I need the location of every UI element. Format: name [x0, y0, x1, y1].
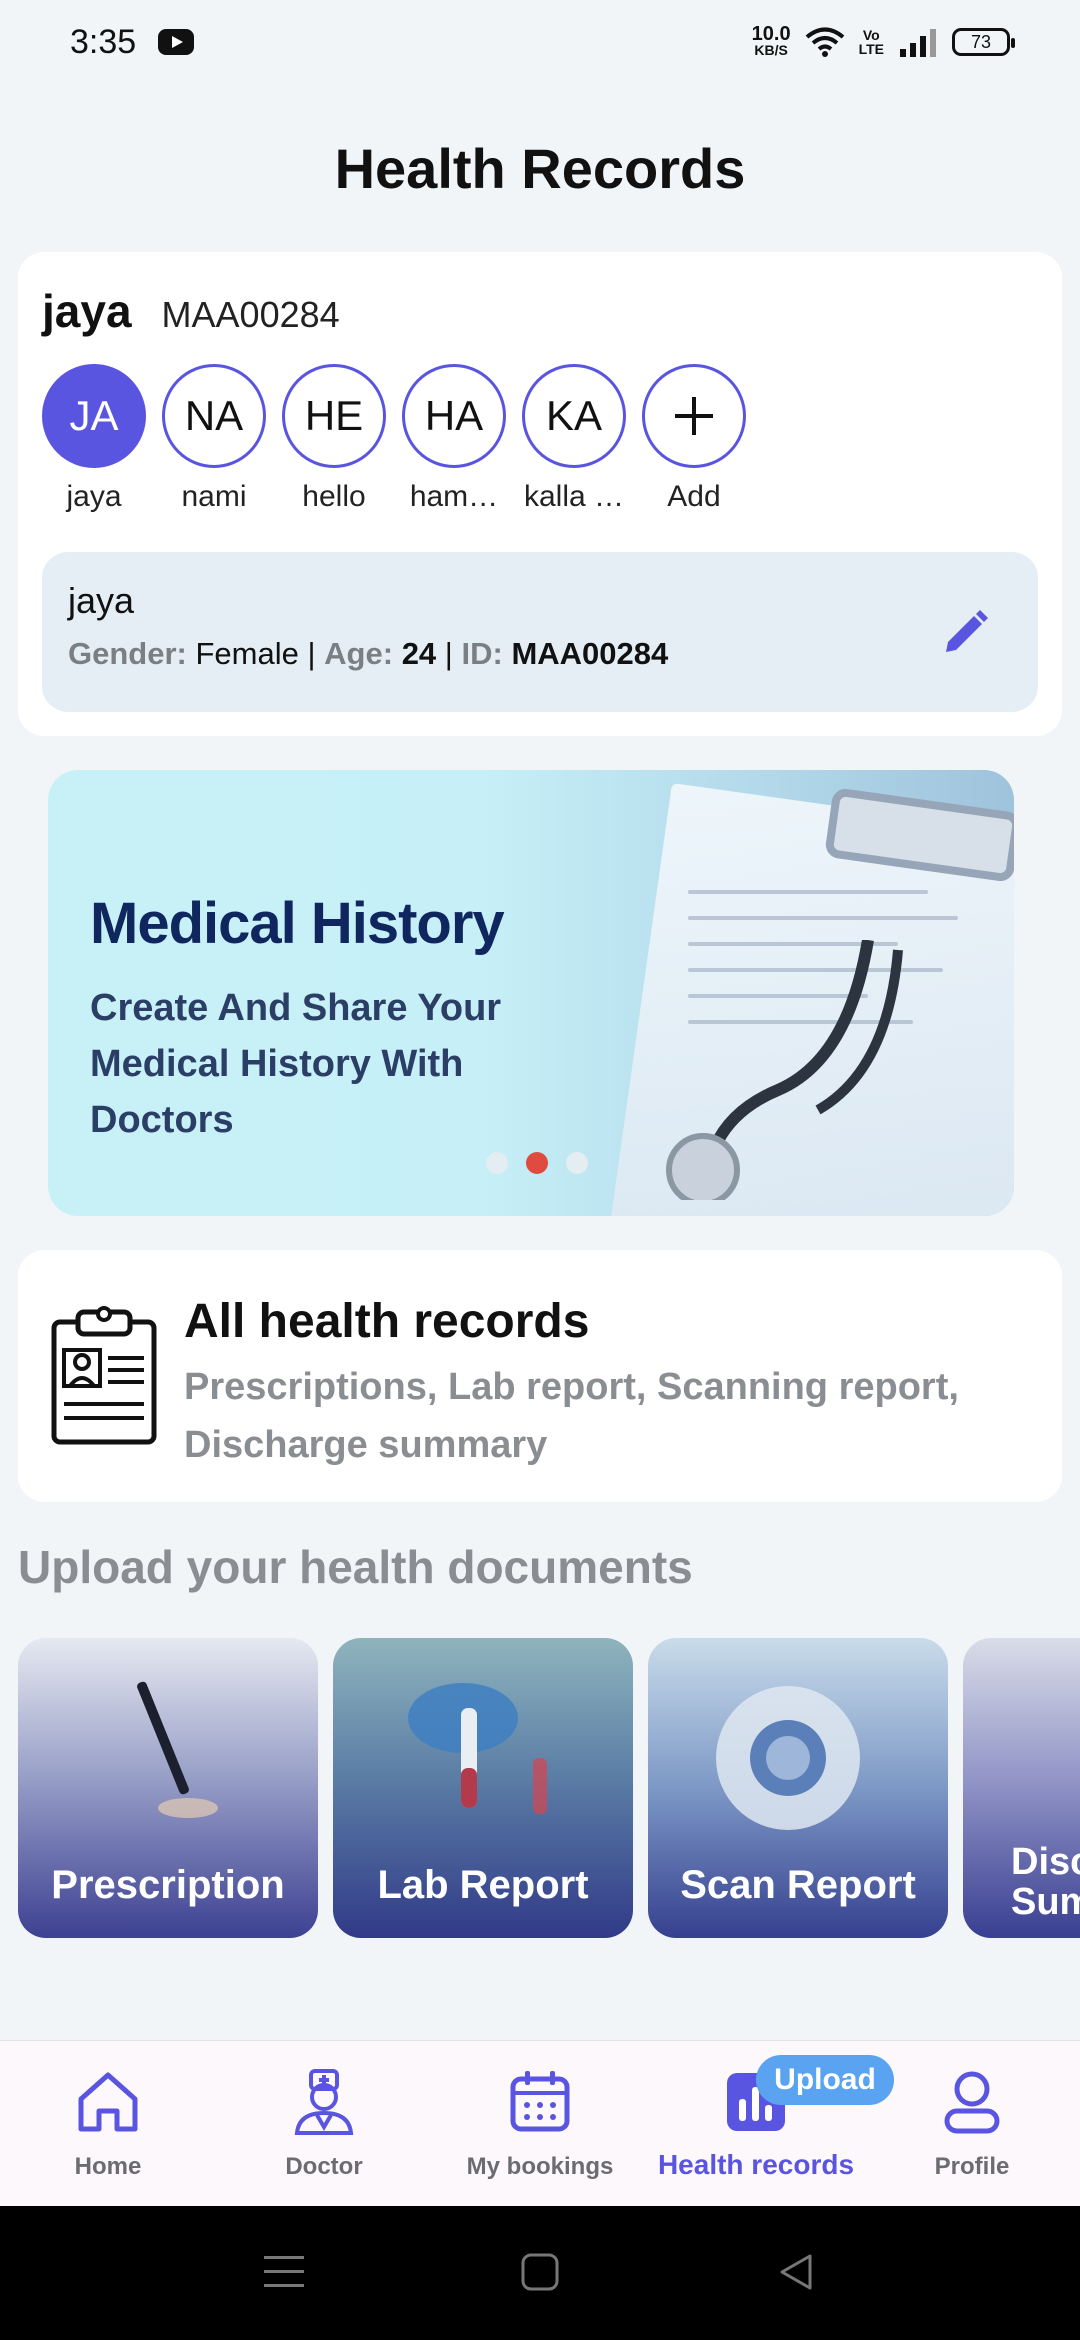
tile-label: Scan Report [680, 1863, 916, 1907]
profile-header: jaya MAA00284 [42, 284, 340, 338]
avatar: JA [42, 364, 146, 468]
records-subtitle: Prescriptions, Lab report, Scanning repo… [184, 1366, 959, 1466]
status-indicators: 10.0 KB/S Vo LTE 73 [751, 23, 1015, 58]
avatar: NA [162, 364, 266, 468]
nav-label: Home [74, 2153, 142, 2180]
profile-name: jaya [42, 285, 132, 337]
member-label: ham… [409, 480, 499, 513]
youtube-icon [158, 29, 195, 55]
nav-profile[interactable]: Profile [864, 2067, 1080, 2181]
member-ham[interactable]: HA ham… [402, 364, 506, 514]
wifi-icon [805, 27, 844, 57]
clipboard-icon [51, 1306, 157, 1445]
system-navigation-bar [0, 2206, 1080, 2340]
age-label: Age: [324, 636, 394, 671]
member-hello[interactable]: HE hello [282, 364, 386, 514]
nav-my-bookings[interactable]: My bookings [432, 2067, 648, 2181]
upload-prescription-tile[interactable]: Prescription [18, 1638, 318, 1938]
id-label: ID: [461, 636, 503, 671]
volte-bottom: LTE [858, 41, 884, 57]
nav-label: Health records [657, 2149, 855, 2180]
page-title: Health Records [334, 137, 746, 200]
doctor-icon [294, 2069, 354, 2135]
network-speed: 10.0 KB/S [751, 23, 791, 58]
member-details: jaya Gender: Female | Age: 24 | ID: MAA0… [42, 552, 1038, 712]
member-label: kalla … [523, 480, 625, 513]
calendar-icon [510, 2071, 570, 2132]
network-speed-unit: KB/S [754, 42, 788, 58]
add-member-label: Add [667, 480, 721, 513]
volte-indicator: Vo LTE [859, 28, 884, 56]
back-icon[interactable] [776, 2252, 816, 2292]
edit-icon[interactable] [938, 606, 992, 660]
nav-label: Doctor [285, 2153, 363, 2180]
profile-id: MAA00284 [161, 294, 340, 335]
status-time: 3:35 [70, 22, 137, 61]
id-value: MAA00284 [511, 636, 669, 671]
member-jaya[interactable]: JA jaya [42, 364, 146, 514]
gender-value: Female [195, 636, 299, 671]
upload-tiles: Prescription Lab Report Scan Report Disc… [18, 1638, 1080, 1938]
carousel-dot[interactable] [566, 1152, 588, 1174]
tile-label: Prescription [51, 1863, 285, 1907]
avatar: HE [282, 364, 386, 468]
separator: | [444, 636, 453, 671]
carousel-dot[interactable] [486, 1152, 508, 1174]
age-value: 24 [401, 636, 437, 671]
all-health-records-card[interactable]: All health records Prescriptions, Lab re… [18, 1250, 1062, 1502]
member-label: jaya [66, 480, 122, 513]
avatar: HA [402, 364, 506, 468]
upload-discharge-summary-tile[interactable]: Discharge Summary [963, 1638, 1080, 1938]
status-bar: 3:35 10.0 KB/S Vo LTE 73 [0, 0, 1080, 84]
tile-label: Discharge Summary [1011, 1841, 1080, 1923]
banner-subtitle: Create And Share Your Medical History Wi… [90, 987, 502, 1141]
upload-heading: Upload your health documents [18, 1541, 693, 1593]
carousel-dots [486, 1152, 588, 1174]
upload-scan-report-tile[interactable]: Scan Report [648, 1638, 948, 1938]
add-member-button[interactable]: Add [642, 364, 746, 514]
nav-doctor[interactable]: Doctor [216, 2067, 432, 2181]
banner-title: Medical History [90, 891, 505, 956]
member-label: nami [181, 480, 247, 513]
scanner-illustration-icon [716, 1686, 860, 1830]
nav-label: Profile [934, 2153, 1010, 2180]
battery-icon: 73 [952, 28, 1015, 56]
bottom-navigation: Home Doctor My bookings Health records U… [0, 2040, 1080, 2206]
home-square-icon[interactable] [520, 2252, 560, 2292]
member-nami[interactable]: NA nami [162, 364, 266, 514]
gender-label: Gender: [68, 636, 187, 671]
family-members: JA jaya NA nami HE hello HA ham… KA kall… [42, 364, 746, 514]
test-tube-illustration-icon [408, 1683, 547, 1814]
medical-history-banner[interactable]: Medical History Create And Share Your Me… [48, 770, 1014, 1216]
stethoscope-icon [666, 940, 903, 1200]
network-speed-value: 10.0 [751, 23, 791, 45]
signal-icon [900, 29, 936, 57]
tile-label: Lab Report [377, 1863, 589, 1907]
person-icon [944, 2071, 1000, 2134]
member-label: hello [302, 480, 366, 513]
pen-illustration-icon [137, 1681, 218, 1818]
home-icon [78, 2072, 138, 2132]
details-line: Gender: Female | Age: 24 | ID: MAA00284 [68, 636, 1012, 672]
upload-lab-report-tile[interactable]: Lab Report [333, 1638, 633, 1938]
member-kalla[interactable]: KA kalla … [522, 364, 626, 514]
records-title: All health records [184, 1295, 590, 1348]
details-name: jaya [68, 580, 135, 621]
carousel-dot-active[interactable] [526, 1152, 548, 1174]
add-avatar [642, 364, 746, 468]
profile-card: jaya MAA00284 JA jaya NA nami HE hello H… [18, 252, 1062, 736]
nav-home[interactable]: Home [0, 2067, 216, 2181]
nav-label: My bookings [466, 2153, 614, 2180]
menu-icon[interactable] [262, 2252, 306, 2292]
plus-icon [675, 397, 713, 435]
avatar: KA [522, 364, 626, 468]
separator: | [307, 636, 316, 671]
